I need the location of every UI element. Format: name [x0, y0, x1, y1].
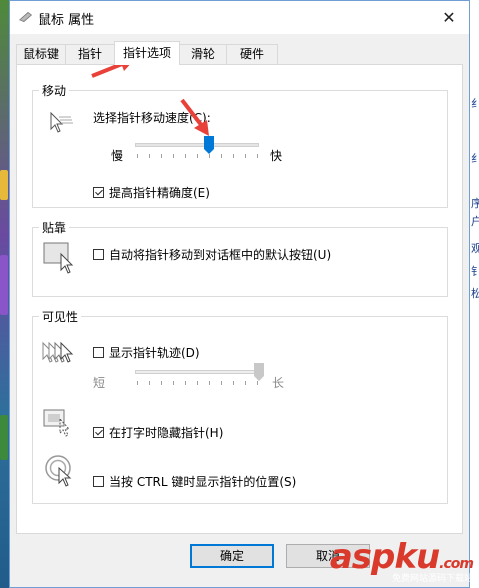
desktop-icon-tile: [0, 255, 8, 315]
slider-tick: [197, 381, 198, 385]
close-icon[interactable]: ✕: [429, 1, 469, 34]
slider-tick: [257, 154, 258, 158]
ok-button[interactable]: 确定: [190, 544, 274, 568]
title-bar[interactable]: 鼠标 属性 ✕: [10, 1, 469, 34]
speed-label: 选择指针移动速度(C):: [93, 111, 211, 125]
window-title: 鼠标 属性: [38, 13, 95, 28]
slider-tick: [221, 381, 222, 385]
speed-slider-thumb[interactable]: [204, 136, 215, 154]
tab-pointers[interactable]: 指针: [65, 44, 115, 64]
trails-checkbox-row[interactable]: 显示指针轨迹(D): [93, 344, 200, 361]
desktop-icon-tile: [0, 415, 8, 460]
slider-tick: [197, 154, 198, 158]
trails-label: 显示指针轨迹(D): [109, 346, 200, 360]
snap-to-group-title: 贴靠: [39, 219, 70, 236]
slow-label: 慢: [111, 149, 124, 163]
watermark: aspku.com 免费网站源码下载站: [330, 537, 474, 584]
hide-while-typing-label: 在打字时隐藏指针(H): [109, 426, 224, 440]
pointer-speed-icon: [50, 111, 73, 133]
slider-tick: [245, 154, 246, 158]
slider-tick: [257, 381, 258, 385]
slider-tick: [245, 381, 246, 385]
slider-tick: [161, 154, 162, 158]
visibility-group: 可见性 显示指针轨迹(D) 短 长 在打字时隐藏指针(H) 当按 CTRL 键时…: [32, 308, 448, 504]
trails-checkbox[interactable]: [93, 347, 104, 358]
background-char: 序: [471, 197, 479, 210]
ctrl-locate-checkbox-row[interactable]: 当按 CTRL 键时显示指针的位置(S): [93, 473, 296, 490]
mouse-properties-dialog: 鼠标 属性 ✕ 鼠标键 指针 指针选项 滑轮 硬件 移动 选择指针移动速度(C)…: [9, 0, 470, 588]
slider-tick: [209, 381, 210, 385]
desktop-icon-tile: [0, 170, 8, 200]
slider-tick: [173, 154, 174, 158]
snap-to-icon: [43, 242, 74, 274]
long-label: 长: [272, 376, 285, 390]
slider-tick: [221, 154, 222, 158]
visibility-group-title: 可见性: [39, 308, 82, 325]
precision-label: 提高指针精确度(E): [109, 186, 210, 200]
pointer-trails-icon: [42, 341, 74, 363]
slider-tick: [209, 154, 210, 158]
ctrl-locate-label: 当按 CTRL 键时显示指针的位置(S): [109, 475, 297, 489]
snap-label: 自动将指针移动到对话框中的默认按钮(U): [109, 248, 332, 262]
hide-pointer-icon: [43, 409, 71, 437]
motion-group: 移动 选择指针移动速度(C): 慢 快 提高指针精确度(E): [32, 82, 448, 208]
hide-while-typing-checkbox[interactable]: [93, 427, 104, 438]
trails-slider-track[interactable]: [135, 370, 259, 374]
slider-tick: [233, 381, 234, 385]
snap-to-group: 贴靠 自动将指针移动到对话框中的默认按钮(U): [32, 219, 448, 297]
slider-tick: [137, 154, 138, 158]
precision-checkbox[interactable]: [93, 187, 104, 198]
tab-hardware[interactable]: 硬件: [226, 44, 278, 64]
tab-buttons[interactable]: 鼠标键: [16, 44, 66, 64]
background-char: 观: [471, 242, 479, 255]
background-char: 松: [471, 287, 479, 300]
precision-checkbox-row[interactable]: 提高指针精确度(E): [93, 184, 210, 201]
background-char: 户: [471, 215, 479, 228]
slider-tick: [149, 154, 150, 158]
background-char: 钅: [471, 265, 479, 278]
tab-page-pointer-options: 移动 选择指针移动速度(C): 慢 快 提高指针精确度(E) 贴靠 自动将指针移…: [16, 64, 463, 534]
ctrl-locate-checkbox[interactable]: [93, 476, 104, 487]
background-char: 纟: [471, 152, 479, 165]
slider-tick: [149, 381, 150, 385]
tab-pointer-options[interactable]: 指针选项: [114, 41, 180, 65]
ctrl-locate-icon: [45, 455, 72, 487]
motion-group-title: 移动: [39, 82, 70, 99]
snap-checkbox-row[interactable]: 自动将指针移动到对话框中的默认按钮(U): [93, 246, 331, 263]
short-label: 短: [93, 376, 106, 390]
desktop-background-strip: [0, 0, 9, 588]
slider-tick: [185, 381, 186, 385]
hide-while-typing-checkbox-row[interactable]: 在打字时隐藏指针(H): [93, 424, 223, 441]
slider-tick: [233, 154, 234, 158]
fast-label: 快: [270, 149, 283, 163]
slider-tick: [173, 381, 174, 385]
slider-tick: [185, 154, 186, 158]
speed-slider-track[interactable]: [135, 143, 259, 147]
slider-tick: [161, 381, 162, 385]
snap-checkbox[interactable]: [93, 249, 104, 260]
slider-tick: [137, 381, 138, 385]
tab-wheel[interactable]: 滑轮: [179, 44, 227, 64]
background-window-strip: 纟 纟 序 户 观 钅 松: [470, 0, 479, 588]
trails-slider-thumb[interactable]: [254, 363, 264, 381]
background-char: 纟: [471, 97, 479, 110]
mouse-app-icon: [19, 12, 32, 22]
